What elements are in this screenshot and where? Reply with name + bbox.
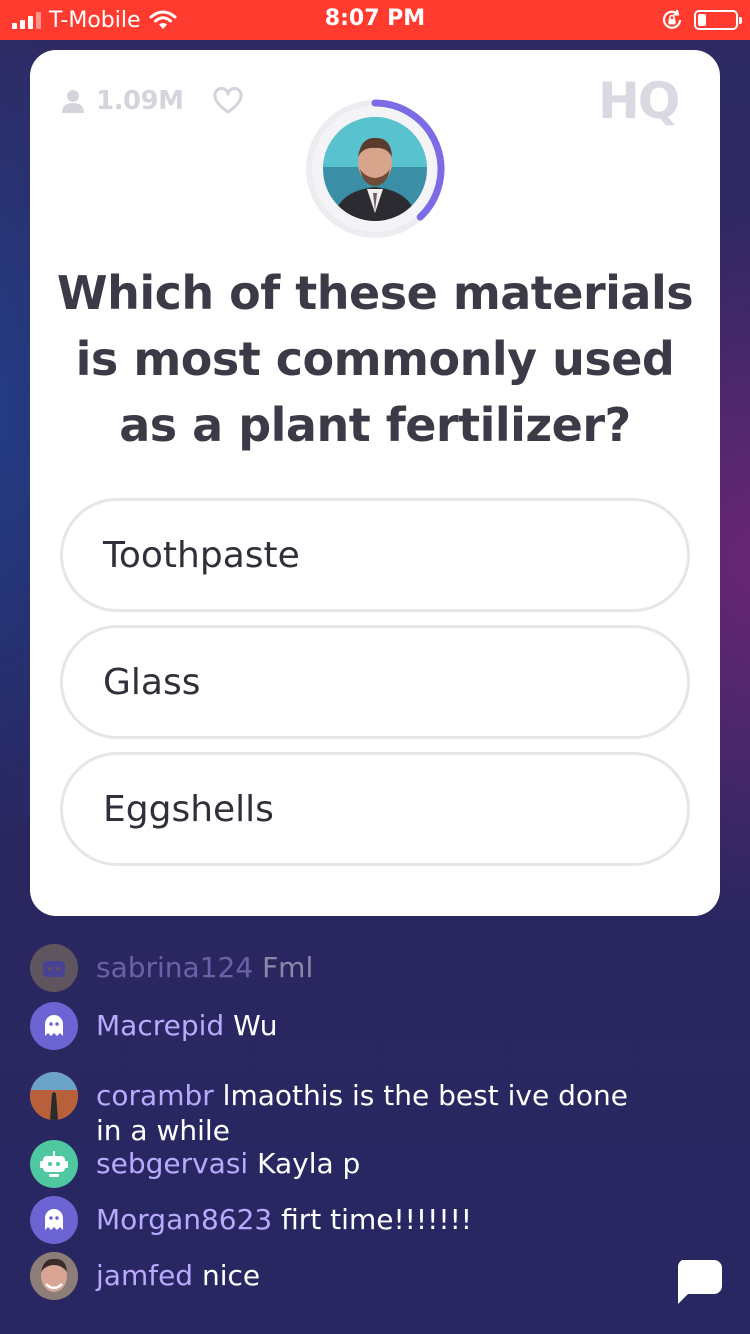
chat-message-text: Wu — [233, 1009, 278, 1042]
answer-option-label: Eggshells — [103, 788, 274, 830]
answer-option-label: Glass — [103, 661, 201, 703]
status-bar: T-Mobile 8:07 PM — [0, 0, 750, 40]
chat-message: corambr lmaothis is the best ive done in… — [30, 1072, 656, 1148]
orientation-lock-icon — [662, 9, 682, 29]
host-avatar — [323, 117, 427, 221]
chat-message: Morgan8623 firt time!!!!!!! — [30, 1196, 656, 1244]
status-time: 8:07 PM — [324, 6, 426, 31]
answer-option-2[interactable]: Glass — [60, 625, 690, 739]
chat-username[interactable]: corambr — [96, 1079, 214, 1112]
robot-icon — [30, 944, 78, 992]
chat-message-text: Kayla p — [257, 1147, 361, 1180]
chat-username[interactable]: Macrepid — [96, 1009, 224, 1042]
chat-bubble-button[interactable] — [672, 1256, 724, 1308]
chat-username[interactable]: sabrina124 — [96, 951, 253, 984]
ghost-icon — [30, 1002, 78, 1050]
battery-icon — [694, 10, 742, 30]
ghost-icon — [30, 1196, 78, 1244]
answer-option-1[interactable]: Toothpaste — [60, 498, 690, 612]
chat-message-text: nice — [201, 1259, 261, 1292]
user-photo-avatar — [30, 1252, 78, 1300]
chat-message-text: firt time!!!!!!! — [281, 1203, 473, 1236]
chat-message: Macrepid Wu — [30, 1002, 656, 1050]
chat-message: jamfed nice — [30, 1252, 656, 1300]
chat-username[interactable]: Morgan8623 — [96, 1203, 272, 1236]
question-card: 1.09M HQ Which of these materials is mos… — [30, 50, 720, 916]
question-text: Which of these materials is most commonl… — [56, 266, 694, 452]
robot-icon — [30, 1140, 78, 1188]
countdown-timer — [302, 96, 448, 242]
chat-message-text: Fml — [262, 951, 314, 984]
chat-username[interactable]: jamfed — [96, 1259, 193, 1292]
hq-logo: HQ — [598, 72, 690, 130]
chat-username[interactable]: sebgervasi — [96, 1147, 248, 1180]
hq-logo-text: HQ — [598, 74, 678, 126]
answer-option-label: Toothpaste — [103, 534, 300, 576]
chat-bubble-icon[interactable] — [672, 1256, 724, 1308]
chat-message: sabrina124 Fml — [30, 944, 656, 992]
chat-message: sebgervasi Kayla p — [30, 1140, 656, 1188]
user-photo-avatar — [30, 1072, 78, 1120]
heart-icon[interactable] — [212, 87, 244, 115]
viewer-count: 1.09M — [60, 86, 244, 116]
viewer-count-label: 1.09M — [96, 86, 184, 116]
answer-option-3[interactable]: Eggshells — [60, 752, 690, 866]
person-icon — [62, 90, 84, 113]
